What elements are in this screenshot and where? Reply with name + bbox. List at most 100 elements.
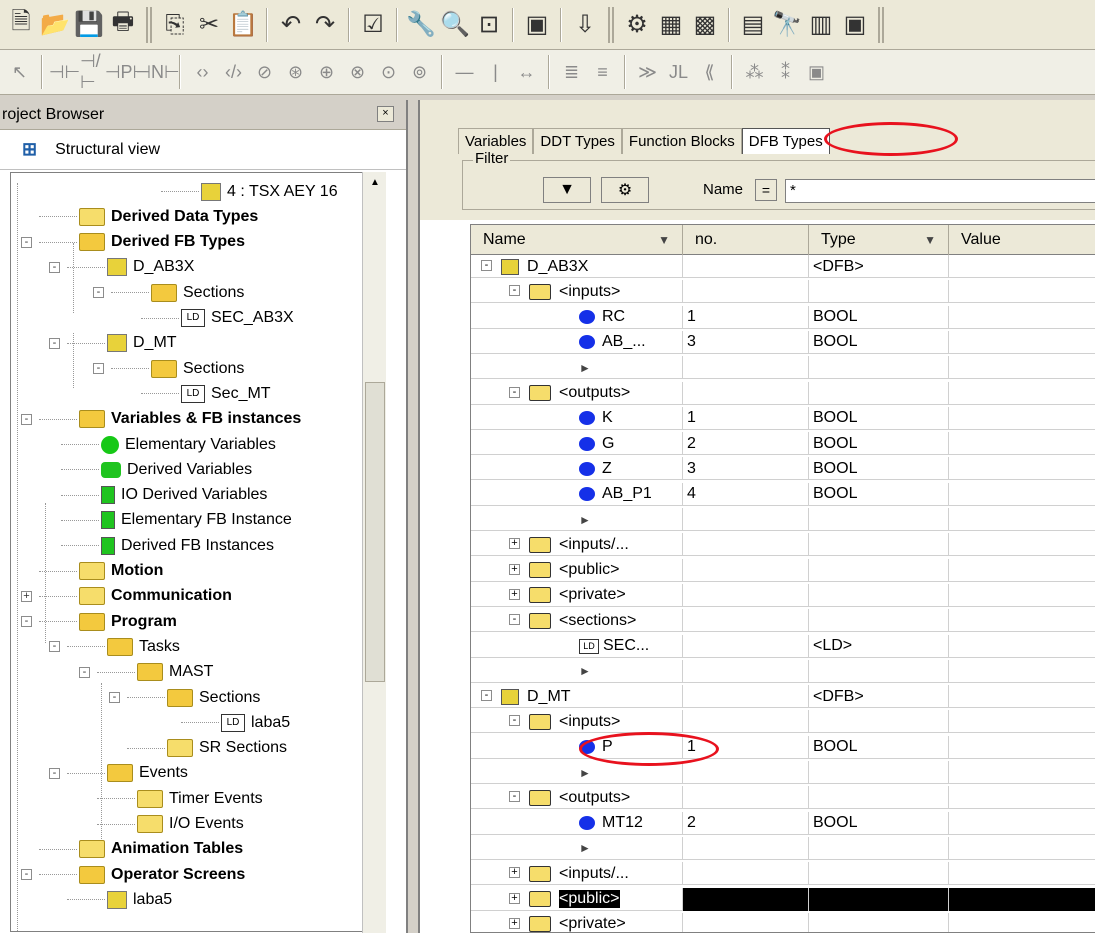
table-row[interactable]: RC 1 BOOL bbox=[471, 305, 1095, 329]
column-header-type[interactable]: Type ▼ bbox=[809, 225, 949, 255]
tree-item[interactable]: Derived Variables bbox=[101, 457, 252, 482]
table-row[interactable]: - <outputs> bbox=[471, 786, 1095, 810]
row-number[interactable] bbox=[683, 609, 809, 633]
row-type[interactable]: <LD> bbox=[809, 634, 949, 658]
table-row[interactable]: ► bbox=[471, 508, 1095, 531]
row-type[interactable]: BOOL bbox=[809, 735, 949, 759]
row-number[interactable] bbox=[683, 912, 809, 932]
plc-icon[interactable]: ▦ bbox=[654, 7, 688, 43]
collapse-icon[interactable]: - bbox=[93, 363, 104, 375]
coil-n-icon[interactable]: ⊗ bbox=[342, 54, 373, 90]
collapse-icon[interactable]: - bbox=[21, 413, 32, 425]
row-number[interactable]: 2 bbox=[683, 432, 809, 456]
name-cell[interactable]: + <inputs/... bbox=[471, 862, 683, 886]
jump-icon[interactable]: ≫ bbox=[632, 54, 663, 90]
table-row[interactable]: LD SEC... <LD> bbox=[471, 634, 1095, 658]
filter-funnel-icon[interactable]: ▼ bbox=[543, 177, 591, 203]
print-icon[interactable]: 🖶 bbox=[106, 7, 140, 43]
row-value[interactable] bbox=[949, 685, 1095, 708]
paste-icon[interactable]: 📋 bbox=[226, 7, 260, 43]
row-type[interactable]: BOOL bbox=[809, 406, 949, 430]
project-icon[interactable]: ⊡ bbox=[472, 7, 506, 43]
name-cell[interactable]: - <inputs> bbox=[471, 280, 683, 304]
ffb2-icon[interactable]: ⁑ bbox=[770, 54, 801, 90]
collapse-icon[interactable]: - bbox=[93, 287, 104, 299]
name-cell[interactable]: - <sections> bbox=[471, 609, 683, 633]
collapse-icon[interactable]: - bbox=[21, 616, 32, 628]
tree-item[interactable]: Derived FB Instances bbox=[101, 533, 274, 558]
name-cell[interactable]: - <inputs> bbox=[471, 710, 683, 734]
name-cell[interactable]: + <inputs/... bbox=[471, 533, 683, 557]
row-value[interactable] bbox=[949, 407, 1095, 430]
name-cell[interactable]: AB_P1 bbox=[471, 482, 683, 506]
name-cell[interactable]: + <private> bbox=[471, 912, 683, 932]
table-row[interactable]: ► bbox=[471, 356, 1095, 380]
row-number[interactable]: 2 bbox=[683, 811, 809, 835]
name-cell[interactable]: - <outputs> bbox=[471, 786, 683, 810]
tree-item[interactable]: D_MT bbox=[107, 331, 177, 356]
expand-icon[interactable]: + bbox=[509, 867, 520, 879]
tab-ddt-types[interactable]: DDT Types bbox=[533, 128, 622, 154]
row-type[interactable] bbox=[809, 280, 949, 304]
row-value[interactable] bbox=[949, 457, 1095, 480]
name-cell[interactable]: - D_MT bbox=[471, 685, 683, 709]
row-type[interactable]: <DFB> bbox=[809, 685, 949, 709]
save-icon[interactable]: 💾 bbox=[72, 7, 106, 43]
row-number[interactable] bbox=[683, 508, 809, 531]
collapse-icon[interactable]: - bbox=[109, 692, 120, 703]
toolbar-grip[interactable] bbox=[608, 6, 614, 43]
row-value[interactable] bbox=[949, 432, 1095, 455]
browser-icon[interactable]: ▣ bbox=[838, 7, 872, 43]
name-filter-input[interactable]: * bbox=[785, 179, 1095, 203]
scroll-up-icon[interactable]: ▲ bbox=[365, 174, 385, 194]
name-cell[interactable]: RC bbox=[471, 305, 683, 329]
collapse-icon[interactable]: - bbox=[21, 869, 32, 881]
table-row[interactable]: + <public> bbox=[471, 887, 1095, 911]
collapse-icon[interactable]: - bbox=[79, 666, 90, 678]
toolbar-grip[interactable] bbox=[146, 6, 152, 43]
cut-icon[interactable]: ✂ bbox=[192, 7, 226, 43]
collapse-icon[interactable]: - bbox=[481, 690, 492, 702]
name-cell[interactable]: AB_... bbox=[471, 330, 683, 354]
row-number[interactable] bbox=[683, 659, 809, 683]
row-value[interactable] bbox=[949, 761, 1095, 784]
table-row[interactable]: Z 3 BOOL bbox=[471, 457, 1095, 481]
name-cell[interactable]: - D_AB3X bbox=[471, 255, 683, 278]
vline-icon[interactable]: | bbox=[480, 54, 511, 90]
name-cell[interactable]: ► bbox=[471, 659, 683, 683]
row-type[interactable] bbox=[809, 356, 949, 380]
new-document-icon[interactable]: 🗎 bbox=[4, 7, 38, 43]
row-type[interactable] bbox=[809, 912, 949, 932]
name-cell[interactable]: LD SEC... bbox=[471, 634, 683, 658]
return-icon[interactable]: ⟪ bbox=[694, 54, 725, 90]
label-icon[interactable]: JL bbox=[663, 54, 694, 90]
build-icon[interactable]: 🔧 bbox=[404, 7, 438, 43]
row-value[interactable] bbox=[949, 635, 1095, 658]
row-number[interactable] bbox=[683, 685, 809, 709]
row-value[interactable] bbox=[949, 533, 1095, 556]
table-row[interactable]: AB_... 3 BOOL bbox=[471, 330, 1095, 354]
collapse-icon[interactable]: - bbox=[509, 386, 520, 398]
row-type[interactable] bbox=[809, 659, 949, 683]
table-icon[interactable]: ▥ bbox=[804, 7, 838, 43]
coil-icon[interactable]: ‹› bbox=[187, 54, 218, 90]
row-type[interactable]: BOOL bbox=[809, 305, 949, 329]
tree-item[interactable]: D_AB3X bbox=[107, 255, 194, 280]
tree-item[interactable]: MAST bbox=[137, 660, 213, 685]
row-value[interactable] bbox=[949, 559, 1095, 582]
row-type[interactable] bbox=[809, 583, 949, 607]
window-icon[interactable]: ▤ bbox=[736, 7, 770, 43]
tree-item[interactable]: laba5 bbox=[107, 887, 172, 912]
row-number[interactable]: 3 bbox=[683, 330, 809, 354]
contact-n-icon[interactable]: ⊣N⊢ bbox=[135, 54, 179, 90]
tree-item[interactable]: Sections bbox=[151, 280, 244, 305]
table-row[interactable]: ► bbox=[471, 659, 1095, 683]
row-number[interactable] bbox=[683, 583, 809, 607]
row-type[interactable]: BOOL bbox=[809, 432, 949, 456]
coil-call-icon[interactable]: ⊚ bbox=[404, 54, 435, 90]
row-value[interactable] bbox=[949, 280, 1095, 303]
tree-item[interactable]: SR Sections bbox=[167, 736, 287, 761]
row-value[interactable] bbox=[949, 812, 1095, 835]
column-header-name[interactable]: Name ▼ bbox=[471, 225, 683, 255]
row-type[interactable] bbox=[809, 786, 949, 810]
